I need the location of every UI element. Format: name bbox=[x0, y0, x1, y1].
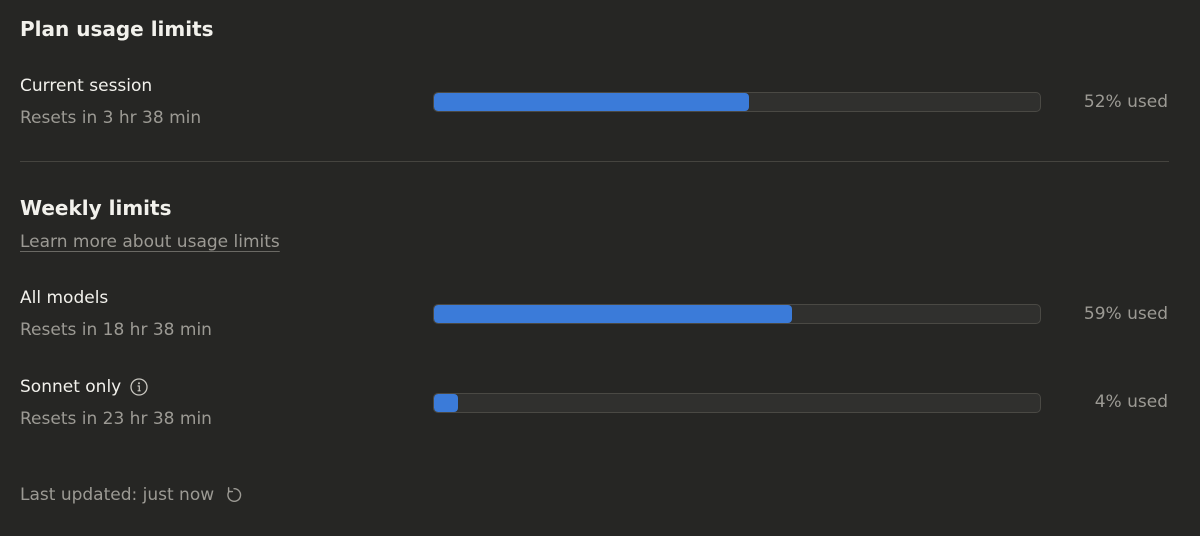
all-models-title: All models bbox=[20, 287, 108, 309]
section-divider bbox=[20, 161, 1169, 162]
last-updated-label: Last updated: just now bbox=[20, 485, 215, 505]
plan-usage-heading: Plan usage limits bbox=[20, 17, 214, 41]
all-models-progress-fill bbox=[434, 305, 792, 323]
current-session-title: Current session bbox=[20, 75, 152, 97]
current-session-used: 52% used bbox=[1083, 92, 1168, 112]
info-icon[interactable] bbox=[130, 378, 148, 396]
sonnet-only-progress-bar bbox=[433, 393, 1041, 413]
last-updated: Last updated: just now bbox=[20, 484, 243, 506]
all-models-used: 59% used bbox=[1083, 304, 1168, 324]
sonnet-only-progress-fill bbox=[434, 394, 459, 412]
all-models-progress-bar bbox=[433, 304, 1041, 324]
sonnet-only-used: 4% used bbox=[1094, 392, 1168, 412]
current-session-reset: Resets in 3 hr 38 min bbox=[20, 108, 202, 128]
all-models-reset: Resets in 18 hr 38 min bbox=[20, 320, 212, 340]
current-session-label: Current session bbox=[20, 76, 153, 96]
current-session-progress-fill bbox=[434, 93, 750, 111]
sonnet-only-reset: Resets in 23 hr 38 min bbox=[20, 409, 212, 429]
learn-more-link[interactable]: Learn more about usage limits bbox=[20, 231, 280, 253]
weekly-limits-heading: Weekly limits bbox=[20, 196, 172, 220]
refresh-icon[interactable] bbox=[225, 486, 243, 504]
all-models-label: All models bbox=[20, 288, 109, 308]
current-session-progress-bar bbox=[433, 92, 1041, 112]
sonnet-only-title: Sonnet only bbox=[20, 376, 148, 398]
sonnet-only-label: Sonnet only bbox=[20, 377, 122, 397]
